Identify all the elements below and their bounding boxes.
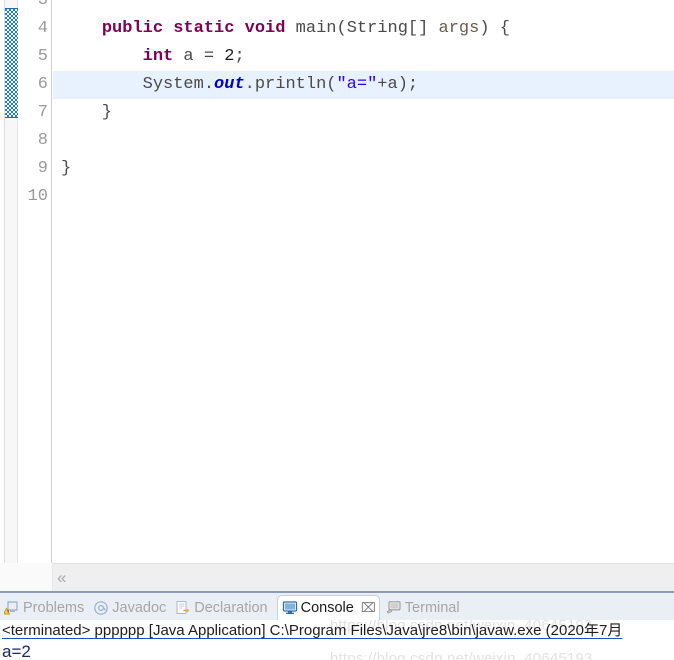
line-number: 4	[19, 15, 64, 43]
line-number: 10	[27, 187, 48, 206]
code-token-typ: ;	[234, 47, 245, 66]
console-view[interactable]: https://blog.csdn.net/weixin_40645193 <t…	[0, 620, 674, 660]
console-launch-header: <terminated> pppppp [Java Application] C…	[2, 622, 623, 639]
console-output-text: a=2	[2, 642, 31, 660]
code-token-fld: out	[214, 75, 245, 94]
code-line[interactable]: public static void main(String[] args) {	[53, 15, 674, 43]
code-token-typ: }	[61, 103, 113, 122]
line-number: 7	[37, 103, 48, 122]
overview-ruler-thumb[interactable]	[5, 8, 18, 118]
code-line[interactable]: }	[53, 155, 674, 183]
line-number: 5	[37, 47, 48, 66]
tab-label: Problems	[23, 599, 85, 616]
tab-label: Declaration	[194, 599, 268, 616]
declaration-icon	[175, 600, 191, 616]
scroll-left-arrow-icon[interactable]: «	[57, 568, 66, 588]
editor-horizontal-scrollbar[interactable]: «	[0, 563, 674, 593]
problems-icon	[2, 600, 20, 616]
code-token-num: 2	[224, 47, 235, 66]
code-token-typ: }	[61, 159, 72, 178]
tab-label: Terminal	[404, 599, 460, 616]
code-token-kw: public	[101, 19, 164, 38]
code-token-typ: main(	[285, 19, 347, 38]
code-line[interactable]: }	[53, 99, 674, 127]
code-line-current[interactable]: System.out.println("a="+a);	[53, 71, 674, 99]
line-number-gutter[interactable]: 3 4 5 6 7 8 9 10	[19, 0, 64, 563]
code-line[interactable]: int a = 2;	[53, 43, 674, 71]
code-token-typ: .println(	[244, 75, 337, 94]
tab-label: Javadoc	[112, 599, 167, 616]
tab-console[interactable]: Console ⌧	[276, 595, 380, 620]
code-text-area[interactable]: public static void main(String[] args) {…	[53, 0, 674, 563]
line-number: 3	[37, 0, 48, 10]
code-token-kw: void	[244, 19, 286, 38]
tab-label: Console	[300, 600, 354, 616]
code-token-str: "a="	[336, 75, 378, 94]
code-token-kw: static	[173, 19, 235, 38]
code-token-typ: []	[407, 19, 439, 38]
code-line[interactable]	[53, 0, 674, 15]
watermark-text-2: https://blog.csdn.net/weixin_40645193	[330, 650, 593, 660]
terminal-icon	[386, 600, 402, 616]
close-icon[interactable]: ⌧	[361, 600, 376, 616]
code-token-param: args	[438, 19, 480, 38]
code-line[interactable]	[53, 127, 674, 155]
code-token-typ: +a);	[377, 75, 419, 94]
tab-javadoc[interactable]: Javadoc	[89, 595, 171, 620]
tab-problems[interactable]: Problems	[0, 595, 89, 620]
console-icon	[282, 600, 298, 616]
javadoc-icon	[93, 600, 109, 616]
code-token-typ: String	[346, 19, 408, 38]
code-token-kw: int	[142, 47, 174, 66]
line-number: 8	[37, 131, 48, 150]
code-token-typ: System.	[142, 75, 215, 94]
java-editor[interactable]: 3 4 5 6 7 8 9 10 public static void main(String…	[0, 0, 674, 593]
code-token-typ: ) {	[479, 19, 510, 38]
scrollbar-corner	[0, 563, 53, 592]
eclipse-ide-window: 3 4 5 6 7 8 9 10 public static void main(String…	[0, 0, 674, 660]
code-token-typ: a =	[173, 47, 225, 66]
line-number: 9	[37, 159, 48, 178]
tab-declaration[interactable]: Declaration	[171, 595, 272, 620]
bottom-view-stack: Problems Javadoc Declaration Console ⌧ Termin…	[0, 593, 674, 660]
code-line[interactable]	[53, 183, 674, 211]
horizontal-scroll-track[interactable]: «	[53, 563, 674, 592]
line-number: 6	[37, 75, 48, 94]
view-tab-bar[interactable]: Problems Javadoc Declaration Console ⌧ Termin…	[0, 593, 674, 620]
tab-terminal[interactable]: Terminal	[382, 595, 465, 620]
